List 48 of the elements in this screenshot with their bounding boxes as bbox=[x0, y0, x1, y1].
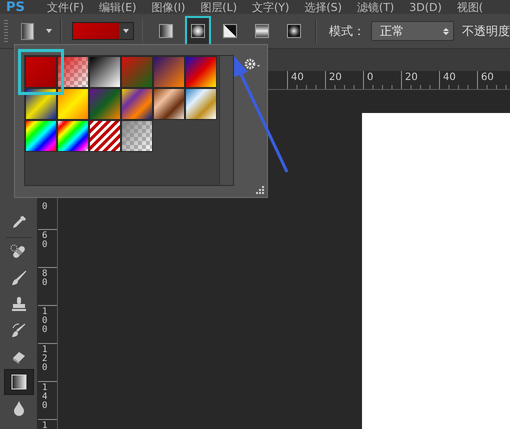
gradient-swatch[interactable] bbox=[153, 56, 185, 88]
ruler-label: 60 bbox=[42, 232, 48, 250]
gradient-swatch[interactable] bbox=[185, 88, 217, 120]
gradient-swatch[interactable] bbox=[57, 120, 89, 152]
mode-label: 模式： bbox=[329, 22, 366, 40]
gradient-swatch[interactable] bbox=[121, 56, 153, 88]
scrollbar[interactable] bbox=[219, 56, 233, 185]
ruler-label: 100 bbox=[42, 308, 48, 335]
ruler-label: 0 bbox=[42, 203, 48, 212]
menu-item[interactable]: 文字(Y) bbox=[252, 0, 290, 14]
tool-button[interactable] bbox=[4, 369, 34, 395]
gradient-swatch[interactable] bbox=[185, 56, 217, 88]
gradient-swatch[interactable] bbox=[121, 120, 153, 152]
ruler-label: 120 bbox=[42, 346, 48, 373]
gear-icon[interactable] bbox=[243, 57, 261, 71]
gradient-swatch[interactable] bbox=[89, 56, 121, 88]
gradient-swatch[interactable] bbox=[72, 22, 134, 40]
gradient-swatch[interactable] bbox=[25, 88, 57, 120]
resize-grip-icon[interactable] bbox=[256, 186, 264, 194]
radial-gradient-button[interactable] bbox=[185, 16, 212, 46]
caret-icon bbox=[122, 29, 129, 33]
ruler-label: 80 bbox=[42, 270, 48, 288]
opacity-label: 不透明度 bbox=[462, 22, 510, 40]
app-logo: PS bbox=[6, 0, 26, 14]
mode-select[interactable]: 正常 bbox=[371, 21, 454, 41]
brush-icon bbox=[10, 269, 28, 287]
stamp-icon bbox=[10, 295, 28, 313]
menu-item[interactable]: 文件(F) bbox=[47, 0, 84, 14]
menu-item[interactable]: 滤镜(T) bbox=[356, 0, 394, 14]
menu-item[interactable]: 3D(D) bbox=[409, 0, 442, 14]
gradient-swatch[interactable] bbox=[25, 120, 57, 152]
gradient-icon bbox=[10, 373, 28, 391]
menu-item[interactable]: 选择(S) bbox=[304, 0, 342, 14]
menu-item[interactable]: 图层(L) bbox=[200, 0, 238, 14]
gradient-swatch[interactable] bbox=[121, 88, 153, 120]
ruler-label: 1 bbox=[42, 422, 48, 429]
menu-item[interactable]: 编辑(E) bbox=[98, 0, 136, 14]
ruler-label: 140 bbox=[42, 384, 48, 411]
menu-item[interactable]: 视图( bbox=[456, 0, 484, 14]
gradient-swatch[interactable] bbox=[57, 56, 89, 88]
caret-icon[interactable] bbox=[46, 29, 52, 33]
gradient-swatch[interactable] bbox=[153, 88, 185, 120]
gradient-swatch[interactable] bbox=[89, 88, 121, 120]
menu-item[interactable]: 图像(I) bbox=[151, 0, 186, 14]
preset-icon[interactable] bbox=[20, 22, 34, 40]
gradient-swatch[interactable] bbox=[89, 120, 121, 152]
gradient-swatch[interactable] bbox=[57, 88, 89, 120]
history-brush-icon bbox=[10, 321, 28, 339]
